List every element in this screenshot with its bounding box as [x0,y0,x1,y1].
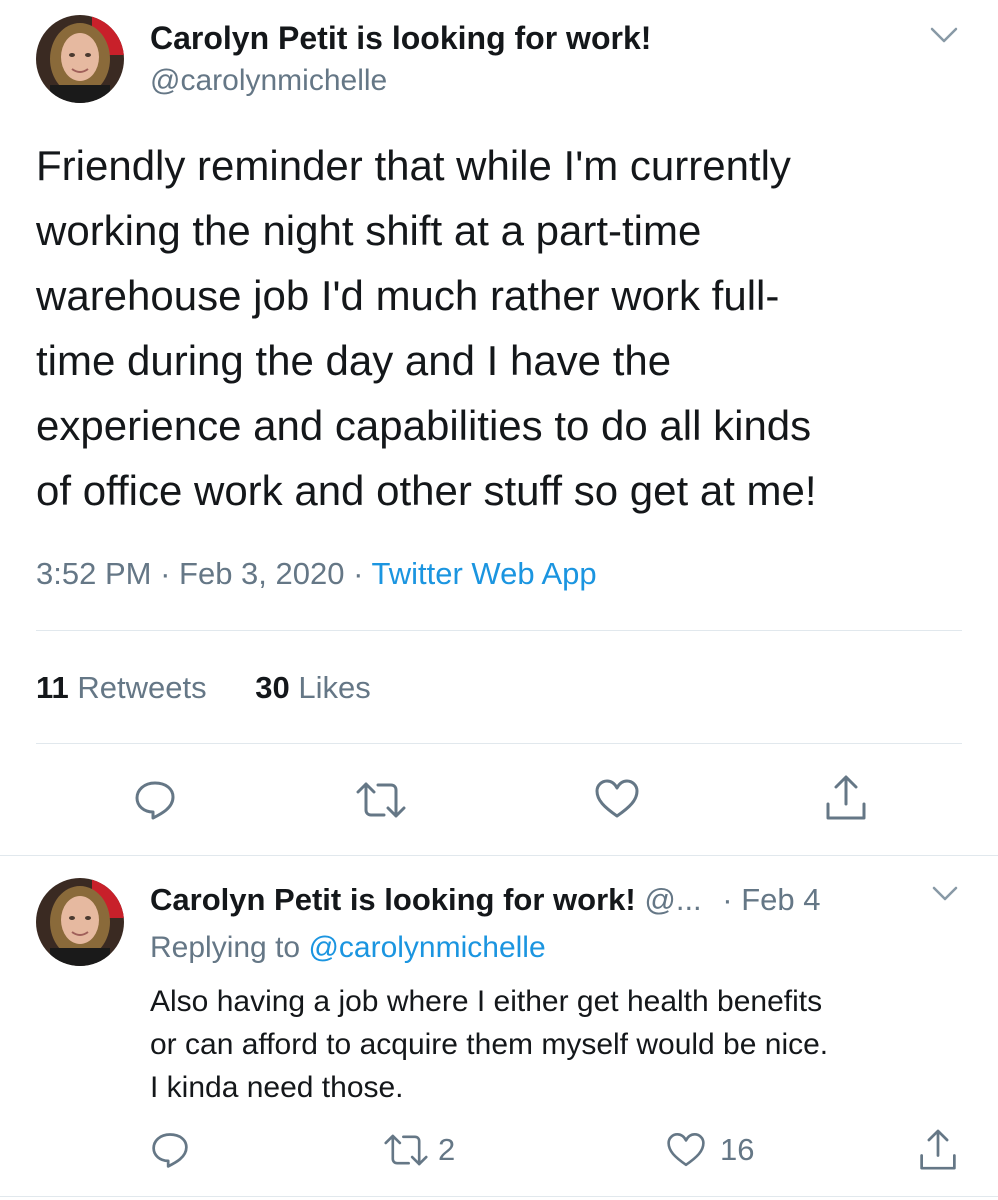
reply-icon [133,778,177,822]
divider [36,743,962,744]
replying-prefix: Replying to [150,931,301,964]
meta-separator: · [722,882,733,917]
tweet-source-link[interactable]: Twitter Web App [372,556,597,591]
display-name[interactable]: Carolyn Petit is looking for work! [150,882,636,917]
like-icon [594,778,640,820]
likes-label: Likes [298,670,371,705]
replying-handle-link[interactable]: @carolynmichelle [308,931,545,964]
tweet-text-line: Friendly reminder that while I'm current… [36,142,791,189]
tweet-text-line: working the night shift at a part-time [36,207,702,254]
tweet-text-line: time during the day and I have the [36,337,672,384]
replying-to: Replying to @carolynmichelle [150,930,546,966]
share-button[interactable] [824,774,868,822]
like-button[interactable] [594,778,640,820]
chevron-down-icon[interactable] [932,885,958,906]
retweet-icon [356,780,406,820]
retweets-label: Retweets [77,670,207,705]
retweets-stat[interactable]: 11 Retweets [36,670,215,705]
share-icon [918,1128,958,1172]
like-count: 16 [720,1132,755,1167]
tweet-text-line: experience and capabilities to do all ki… [36,402,812,449]
avatar[interactable] [36,878,124,966]
meta-separator: · [353,556,364,591]
reply-button[interactable] [133,778,177,822]
likes-count: 30 [255,670,290,705]
tweet-meta: 3:52 PM · Feb 3, 2020 · Twitter Web App [36,556,597,592]
tweet-text: Also having a job where I either get hea… [150,980,828,1109]
tweet-text-line: or can afford to acquire them myself wou… [150,1028,829,1061]
retweets-count: 11 [36,670,69,705]
tweet-text: Friendly reminder that while I'm current… [36,133,817,523]
likes-stat[interactable]: 30 Likes [255,670,370,705]
tweet-time[interactable]: 3:52 PM [36,556,151,591]
chevron-down-icon[interactable] [930,26,958,49]
user-handle[interactable]: @... [644,882,701,917]
tweet-text-line: of office work and other stuff so get at… [36,467,817,514]
tweet-date[interactable]: Feb 4 [741,882,820,917]
share-icon [824,774,868,822]
reply-icon [150,1130,190,1170]
reply-button[interactable] [150,1130,190,1170]
meta-separator: · [160,556,171,591]
tweet-date[interactable]: Feb 3, 2020 [179,556,344,591]
tweet-text-line: I kinda need those. [150,1071,404,1104]
like-icon [666,1131,706,1169]
reply-header: Carolyn Petit is looking for work! @... … [150,882,821,918]
share-button[interactable] [918,1128,958,1172]
tweet-text-line: warehouse job I'd much rather work full- [36,272,780,319]
retweet-count: 2 [438,1132,456,1167]
tweet-separator [0,1196,998,1197]
retweet-button[interactable]: 2 [384,1132,455,1168]
tweet-stats: 11 Retweets 30 Likes [36,670,371,706]
divider [36,630,962,631]
like-button[interactable]: 16 [666,1131,754,1169]
user-handle[interactable]: @carolynmichelle [150,64,387,98]
avatar[interactable] [36,15,124,103]
retweet-icon [384,1132,428,1168]
tweet-separator [0,855,998,856]
tweet-text-line: Also having a job where I either get hea… [150,985,823,1018]
display-name[interactable]: Carolyn Petit is looking for work! [150,20,651,56]
retweet-button[interactable] [356,780,406,820]
